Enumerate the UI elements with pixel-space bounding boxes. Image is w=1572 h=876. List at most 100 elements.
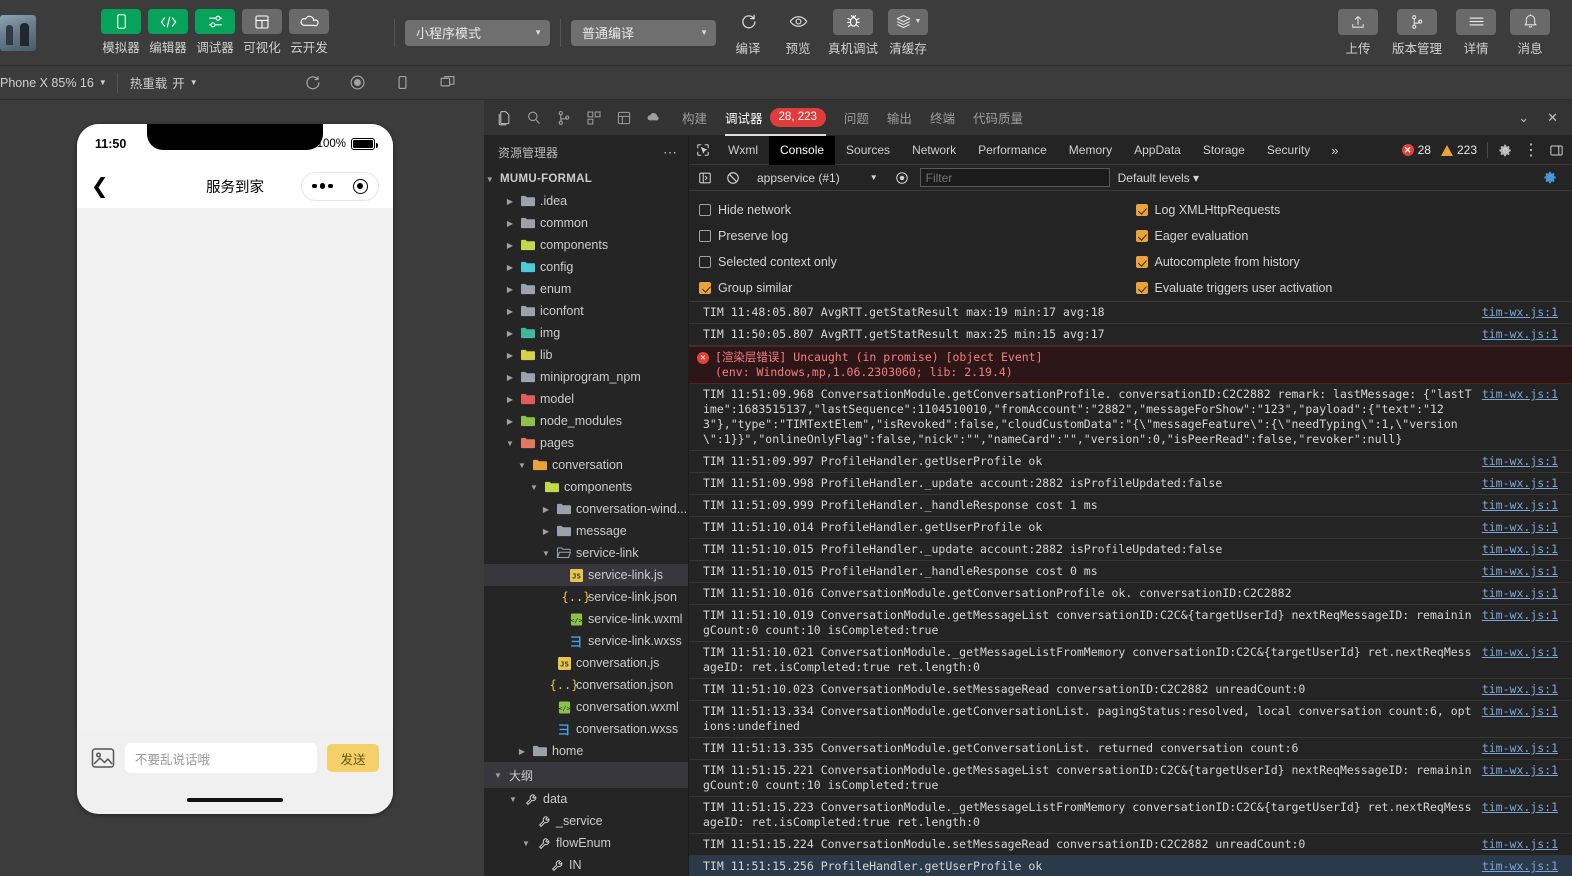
- right-action-3[interactable]: 详情: [1456, 8, 1496, 57]
- checkbox[interactable]: [1135, 230, 1148, 242]
- tree-item[interactable]: ▶ node_modules: [484, 410, 688, 432]
- console-log-entry[interactable]: TIM 11:51:09.999 ProfileHandler._handleR…: [689, 495, 1572, 517]
- tree-item[interactable]: ▶ config: [484, 256, 688, 278]
- chat-input-field[interactable]: 不要乱说话哦: [125, 743, 317, 773]
- tree-item[interactable]: ▶ message: [484, 520, 688, 542]
- editor-tab-4[interactable]: 输出: [887, 100, 912, 136]
- console-log-entry[interactable]: TIM 11:51:10.023 ConversationModule.setM…: [689, 679, 1572, 701]
- outline-panel-icon[interactable]: [616, 110, 632, 126]
- mode-button-3[interactable]: 调试器: [195, 9, 235, 56]
- twisty-icon[interactable]: ▶: [504, 307, 516, 316]
- checkbox[interactable]: [699, 204, 711, 216]
- mode-button-4[interactable]: 可视化: [242, 9, 282, 56]
- console-setting-left-4[interactable]: Group similar: [699, 275, 1136, 301]
- files-icon[interactable]: [496, 110, 512, 126]
- twisty-icon[interactable]: ▼: [516, 461, 528, 470]
- cloud-base-icon[interactable]: [646, 110, 662, 126]
- console-setting-left-2[interactable]: Preserve log: [699, 223, 1136, 249]
- console-log-entry[interactable]: TIM 11:51:10.014 ProfileHandler.getUserP…: [689, 517, 1572, 539]
- checkbox[interactable]: [699, 256, 711, 268]
- tree-item[interactable]: JS service-link.js: [484, 564, 688, 586]
- console-log-source[interactable]: tim-wx.js:1: [1482, 608, 1572, 638]
- twisty-icon[interactable]: ▼: [504, 439, 516, 448]
- console-log-source[interactable]: tim-wx.js:1: [1482, 498, 1572, 513]
- outline-item[interactable]: ▼ flowEnum: [484, 832, 688, 854]
- tree-item[interactable]: ▶ img: [484, 322, 688, 344]
- console-log-entry[interactable]: ✕ [渲染层错误] Uncaught (in promise) [object E…: [689, 346, 1572, 384]
- tree-item[interactable]: JS conversation.js: [484, 652, 688, 674]
- console-log-entry[interactable]: TIM 11:51:09.997 ProfileHandler.getUserP…: [689, 451, 1572, 473]
- right-action-4[interactable]: 消息: [1510, 8, 1550, 57]
- devtools-tab-performance[interactable]: Performance: [967, 136, 1058, 165]
- console-log-entry[interactable]: TIM 11:51:15.223 ConversationModule._get…: [689, 797, 1572, 834]
- more-dots-icon[interactable]: [312, 183, 333, 189]
- device-select[interactable]: Phone X 85% 16 ▼: [0, 66, 117, 100]
- image-upload-icon[interactable]: [91, 747, 115, 769]
- tree-item[interactable]: ▶ model: [484, 388, 688, 410]
- refresh-simulator-icon[interactable]: [304, 74, 321, 91]
- console-filter-input[interactable]: [919, 168, 1110, 187]
- console-log-entry[interactable]: TIM 11:51:13.335 ConversationModule.getC…: [689, 738, 1572, 760]
- console-log-source[interactable]: tim-wx.js:1: [1482, 305, 1572, 320]
- mode-button-1[interactable]: 模拟器: [101, 9, 141, 56]
- tree-item[interactable]: 彐 conversation.wxss: [484, 718, 688, 740]
- console-log-source[interactable]: tim-wx.js:1: [1482, 542, 1572, 557]
- console-log-source[interactable]: tim-wx.js:1: [1482, 859, 1572, 874]
- devtools-tab-memory[interactable]: Memory: [1058, 136, 1123, 165]
- tree-item[interactable]: ▶ common: [484, 212, 688, 234]
- console-log-source[interactable]: tim-wx.js:1: [1482, 327, 1572, 342]
- console-log-source[interactable]: tim-wx.js:1: [1482, 837, 1572, 852]
- action-button-1[interactable]: 编译: [728, 9, 768, 57]
- console-log-source[interactable]: tim-wx.js:1: [1482, 741, 1572, 756]
- editor-tab-2[interactable]: 调试器 28, 223: [725, 100, 826, 136]
- close-target-icon[interactable]: [352, 178, 368, 194]
- devtools-tab-sources[interactable]: Sources: [835, 136, 901, 165]
- twisty-icon[interactable]: ▶: [540, 527, 552, 536]
- tree-item[interactable]: {..} conversation.json: [484, 674, 688, 696]
- console-log-source[interactable]: tim-wx.js:1: [1482, 387, 1572, 447]
- console-log-source[interactable]: tim-wx.js:1: [1482, 682, 1572, 697]
- compile-mode-select[interactable]: 普通编译 ▼: [571, 19, 716, 46]
- console-log-source[interactable]: tim-wx.js:1: [1482, 520, 1572, 535]
- twisty-icon[interactable]: ▶: [504, 219, 516, 228]
- console-setting-left-1[interactable]: Hide network: [699, 197, 1136, 223]
- device-preview-icon[interactable]: [394, 74, 411, 91]
- outline-header[interactable]: ▼ 大纲: [484, 762, 688, 788]
- send-button[interactable]: 发送: [327, 744, 379, 772]
- devtools-settings-gear-icon[interactable]: [1498, 143, 1513, 158]
- console-setting-right-2[interactable]: Eager evaluation: [1135, 223, 1572, 249]
- console-setting-right-4[interactable]: Evaluate triggers user activation: [1135, 275, 1572, 301]
- console-log-list[interactable]: TIM 11:48:05.807 AvgRTT.getStatResult ma…: [689, 302, 1572, 876]
- tree-item[interactable]: ▼ components: [484, 476, 688, 498]
- tree-item[interactable]: ▶ home: [484, 740, 688, 762]
- explorer-more-icon[interactable]: ⋯: [663, 144, 678, 161]
- tree-item[interactable]: ▼ conversation: [484, 454, 688, 476]
- mode-button-5[interactable]: 云开发: [289, 9, 329, 56]
- twisty-icon[interactable]: ▼: [540, 549, 552, 558]
- twisty-icon[interactable]: ▼: [520, 839, 532, 848]
- console-setting-right-1[interactable]: Log XMLHttpRequests: [1135, 197, 1572, 223]
- console-log-entry[interactable]: TIM 11:51:10.015 ProfileHandler._update …: [689, 539, 1572, 561]
- twisty-icon[interactable]: ▶: [504, 263, 516, 272]
- checkbox[interactable]: [699, 230, 711, 242]
- tree-root[interactable]: ▼ MUMU-FORMAL: [484, 168, 688, 190]
- more-tabs-icon[interactable]: »: [1321, 143, 1348, 158]
- devtools-tab-security[interactable]: Security: [1256, 136, 1321, 165]
- console-log-entry[interactable]: TIM 11:51:15.256 ProfileHandler.getUserP…: [689, 856, 1572, 876]
- devtools-tab-wxml[interactable]: Wxml: [717, 136, 769, 165]
- console-log-entry[interactable]: TIM 11:51:15.221 ConversationModule.getM…: [689, 760, 1572, 797]
- console-log-entry[interactable]: TIM 11:48:05.807 AvgRTT.getStatResult ma…: [689, 302, 1572, 324]
- search-icon[interactable]: [526, 110, 542, 126]
- twisty-icon[interactable]: ▶: [504, 197, 516, 206]
- console-log-source[interactable]: tim-wx.js:1: [1482, 476, 1572, 491]
- editor-tab-6[interactable]: 代码质量: [973, 100, 1023, 136]
- tree-item[interactable]: </> service-link.wxml: [484, 608, 688, 630]
- console-log-entry[interactable]: TIM 11:51:13.334 ConversationModule.getC…: [689, 701, 1572, 738]
- action-button-4[interactable]: ▼ 清缓存: [888, 8, 929, 57]
- tree-item[interactable]: ▶ lib: [484, 344, 688, 366]
- tree-item[interactable]: ▼ pages: [484, 432, 688, 454]
- outline-item[interactable]: ▼ data: [484, 788, 688, 810]
- tree-item[interactable]: ▶ iconfont: [484, 300, 688, 322]
- console-log-source[interactable]: tim-wx.js:1: [1482, 564, 1572, 579]
- mode-button-2[interactable]: 编辑器: [148, 9, 188, 56]
